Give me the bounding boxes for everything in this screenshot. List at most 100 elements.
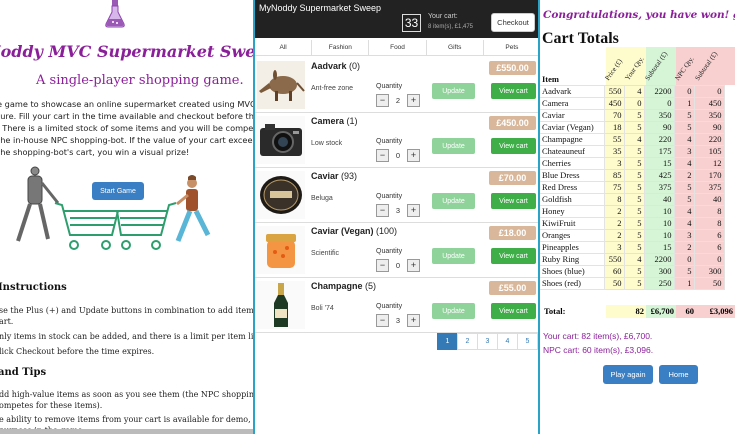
- intro-line: the in-house NPC shopping-bot. If the va…: [0, 135, 253, 145]
- decrease-quantity-button[interactable]: −: [376, 314, 389, 327]
- update-button[interactable]: Update: [432, 138, 475, 154]
- value-cell: 1: [673, 97, 695, 110]
- price-badge: £70.00: [489, 171, 536, 185]
- your-cart-summary: Your cart: 82 item(s), £6,700.: [543, 331, 653, 341]
- page-5-button[interactable]: 5: [517, 333, 538, 350]
- instruction-item: art.: [0, 317, 14, 326]
- value-cell: 4: [623, 133, 645, 146]
- value-cell: 5: [623, 121, 645, 134]
- tab-fashion[interactable]: Fashion: [312, 40, 370, 55]
- quantity-value[interactable]: 0: [390, 149, 406, 162]
- intro-text: e game to showcase an online supermarket…: [0, 98, 253, 158]
- value-cell: 90: [693, 121, 725, 134]
- quantity-value[interactable]: 0: [390, 259, 406, 272]
- value-cell: 300: [693, 265, 725, 278]
- value-cell: 50: [603, 277, 625, 290]
- tip-item: ompetes for these items).: [0, 401, 103, 410]
- tab-food[interactable]: Food: [369, 40, 427, 55]
- item-name-cell: Shoes (red): [540, 277, 605, 290]
- update-button[interactable]: Update: [432, 83, 475, 99]
- item-name-cell: Aadvark: [540, 85, 605, 98]
- product-name: Aadvark (0): [311, 61, 360, 71]
- cart-label: Your cart:: [428, 13, 458, 20]
- value-cell: 5: [623, 241, 645, 254]
- checkout-button[interactable]: Checkout: [491, 13, 535, 32]
- start-game-button[interactable]: Start Game: [92, 182, 144, 200]
- intro-panel: Noddy MVC Supermarket Sweep A single-pla…: [0, 0, 253, 434]
- npc-cart-summary: NPC cart: 60 item(s), £3,096.: [543, 345, 654, 355]
- tab-all[interactable]: All: [255, 40, 313, 55]
- shopping-cart-right: [115, 202, 177, 250]
- value-cell: 0: [693, 85, 725, 98]
- caviar-tin-image: [257, 171, 305, 219]
- quantity-value[interactable]: 3: [390, 314, 406, 327]
- increase-quantity-button[interactable]: +: [407, 314, 420, 327]
- quantity-value[interactable]: 2: [390, 94, 406, 107]
- quantity-label: Quantity: [376, 248, 403, 255]
- view-cart-button[interactable]: View cart: [491, 193, 536, 209]
- decrease-quantity-button[interactable]: −: [376, 204, 389, 217]
- product-name: Caviar (93): [311, 171, 357, 181]
- page-3-button[interactable]: 3: [477, 333, 498, 350]
- increase-quantity-button[interactable]: +: [407, 259, 420, 272]
- tab-pets[interactable]: Pets: [484, 40, 538, 55]
- update-button[interactable]: Update: [432, 303, 475, 319]
- value-cell: 450: [603, 97, 625, 110]
- totals-table-row: Shoes (red) 50 5 250 1 50: [540, 277, 725, 290]
- item-name-cell: Red Dress: [540, 181, 605, 194]
- value-cell: 18: [603, 121, 625, 134]
- value-cell: 5: [623, 217, 645, 230]
- view-cart-button[interactable]: View cart: [491, 248, 536, 264]
- update-button[interactable]: Update: [432, 193, 475, 209]
- column-header: Subtotal (£): [693, 47, 735, 85]
- cart-totals-body: Aadvark 550 4 2200 0 0 Camera 450 0 0 1 450 Caviar 70…: [540, 85, 725, 290]
- increase-quantity-button[interactable]: +: [407, 204, 420, 217]
- totals-table-row: Camera 450 0 0 1 450: [540, 97, 725, 110]
- decrease-quantity-button[interactable]: −: [376, 149, 389, 162]
- quantity-value[interactable]: 3: [390, 204, 406, 217]
- tab-gifts[interactable]: Gifts: [427, 40, 484, 55]
- item-name-cell: KiwiFruit: [540, 217, 605, 230]
- page-2-button[interactable]: 2: [457, 333, 478, 350]
- instructions-heading: Instructions: [0, 282, 67, 293]
- totals-table-row: Blue Dress 85 5 425 2 170: [540, 169, 725, 182]
- page-1-button[interactable]: 1: [437, 333, 458, 350]
- value-cell: 4: [623, 85, 645, 98]
- shop-brand[interactable]: MyNoddy Supermarket Sweep: [259, 3, 381, 13]
- product-title: Champagne: [311, 281, 363, 291]
- play-again-button[interactable]: Play again: [603, 365, 653, 384]
- value-cell: 5: [623, 277, 645, 290]
- value-cell: 2: [673, 169, 695, 182]
- intro-line: the shopping-bot's cart, you win a visua…: [0, 147, 190, 157]
- aardvark-image: [257, 61, 305, 109]
- page-4-button[interactable]: 4: [497, 333, 518, 350]
- screenshot-root: Noddy MVC Supermarket Sweep A single-pla…: [0, 0, 735, 434]
- view-cart-button[interactable]: View cart: [491, 138, 536, 154]
- column-header: NPC Qty.: [673, 47, 696, 85]
- price-badge: £18.00: [489, 226, 536, 240]
- home-button[interactable]: Home: [659, 365, 698, 384]
- decrease-quantity-button[interactable]: −: [376, 94, 389, 107]
- human-shopper: [175, 175, 211, 242]
- caviar-jar-image: [257, 226, 305, 274]
- total-npc-subtotal: £3,096: [696, 305, 735, 318]
- decrease-quantity-button[interactable]: −: [376, 259, 389, 272]
- increase-quantity-button[interactable]: +: [407, 149, 420, 162]
- update-button[interactable]: Update: [432, 248, 475, 264]
- column-header: Your Qty.: [623, 47, 646, 85]
- view-cart-button[interactable]: View cart: [491, 83, 536, 99]
- totals-table-row: Chateauneuf 35 5 175 3 105: [540, 145, 725, 158]
- column-header: Price (£): [603, 47, 626, 85]
- value-cell: 3: [603, 241, 625, 254]
- view-cart-button[interactable]: View cart: [491, 303, 536, 319]
- horizontal-scrollbar[interactable]: [0, 429, 253, 434]
- pagination: 1 2 3 4 5: [437, 333, 538, 350]
- tips-heading: and Tips: [0, 367, 47, 378]
- item-name-cell: Shoes (blue): [540, 265, 605, 278]
- totals-table-row: Caviar 70 5 350 5 350: [540, 109, 725, 122]
- item-column-header: Item: [542, 74, 559, 84]
- intro-line: ture. Fill your cart in the time availab…: [0, 111, 253, 121]
- value-cell: 5: [673, 265, 695, 278]
- value-cell: 375: [693, 181, 725, 194]
- increase-quantity-button[interactable]: +: [407, 94, 420, 107]
